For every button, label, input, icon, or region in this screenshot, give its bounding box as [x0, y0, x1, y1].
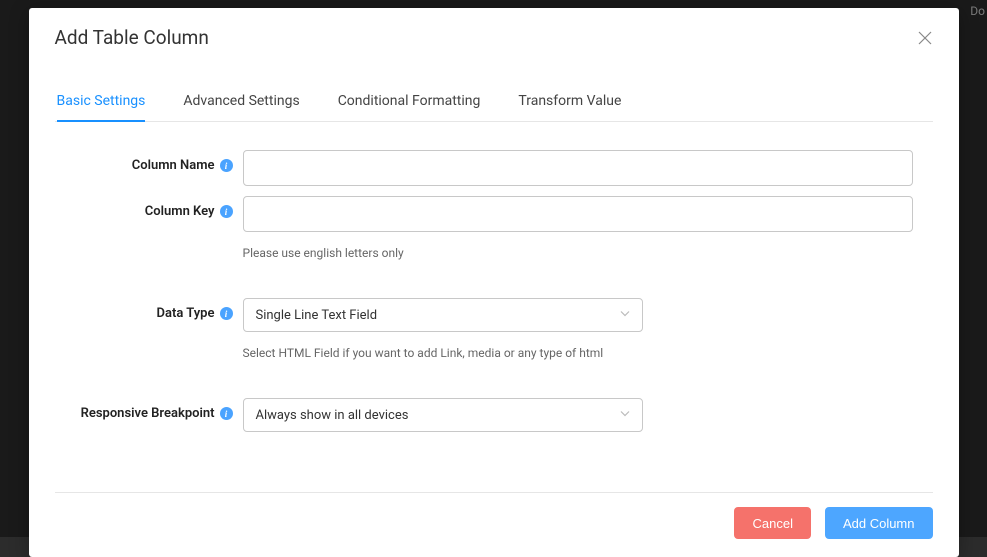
- basic-settings-form: Column Name i Column Key i Please use en…: [55, 122, 933, 452]
- add-table-column-modal: Add Table Column Basic Settings Advanced…: [29, 8, 959, 557]
- row-breakpoint: Responsive Breakpoint i Always show in a…: [55, 398, 913, 432]
- label-text-breakpoint: Responsive Breakpoint: [81, 406, 215, 421]
- helper-column-key: Please use english letters only: [243, 246, 913, 260]
- helper-data-type: Select HTML Field if you want to add Lin…: [243, 346, 913, 360]
- info-icon[interactable]: i: [220, 205, 233, 218]
- modal-header: Add Table Column: [29, 8, 959, 65]
- close-icon[interactable]: [917, 30, 933, 46]
- data-type-value: Single Line Text Field: [256, 308, 378, 323]
- cancel-button[interactable]: Cancel: [734, 507, 810, 539]
- breakpoint-value: Always show in all devices: [256, 408, 409, 423]
- breakpoint-select[interactable]: Always show in all devices: [243, 398, 643, 432]
- column-key-input[interactable]: [243, 196, 913, 232]
- row-column-key: Column Key i Please use english letters …: [55, 196, 913, 264]
- label-text-column-name: Column Name: [132, 158, 215, 173]
- add-column-button[interactable]: Add Column: [825, 507, 933, 539]
- label-column-name: Column Name i: [55, 150, 243, 173]
- column-name-input[interactable]: [243, 150, 913, 186]
- tab-transform-value[interactable]: Transform Value: [518, 83, 621, 121]
- tab-basic-settings[interactable]: Basic Settings: [57, 83, 146, 121]
- label-column-key: Column Key i: [55, 196, 243, 219]
- row-column-name: Column Name i: [55, 150, 913, 186]
- label-text-data-type: Data Type: [157, 306, 215, 321]
- modal-footer: Cancel Add Column: [55, 492, 933, 557]
- tab-advanced-settings[interactable]: Advanced Settings: [183, 83, 299, 121]
- chevron-down-icon: [620, 408, 630, 423]
- info-icon[interactable]: i: [220, 159, 233, 172]
- chevron-down-icon: [620, 308, 630, 323]
- tab-conditional-formatting[interactable]: Conditional Formatting: [338, 83, 481, 121]
- info-icon[interactable]: i: [220, 407, 233, 420]
- row-data-type: Data Type i Single Line Text Field Selec…: [55, 298, 913, 364]
- label-text-column-key: Column Key: [145, 204, 215, 219]
- data-type-select[interactable]: Single Line Text Field: [243, 298, 643, 332]
- info-icon[interactable]: i: [220, 307, 233, 320]
- modal-title: Add Table Column: [55, 26, 209, 49]
- label-breakpoint: Responsive Breakpoint i: [55, 398, 243, 421]
- modal-body: Basic Settings Advanced Settings Conditi…: [29, 83, 959, 472]
- tabs: Basic Settings Advanced Settings Conditi…: [55, 83, 933, 122]
- label-data-type: Data Type i: [55, 298, 243, 321]
- modal-overlay: Add Table Column Basic Settings Advanced…: [0, 0, 987, 537]
